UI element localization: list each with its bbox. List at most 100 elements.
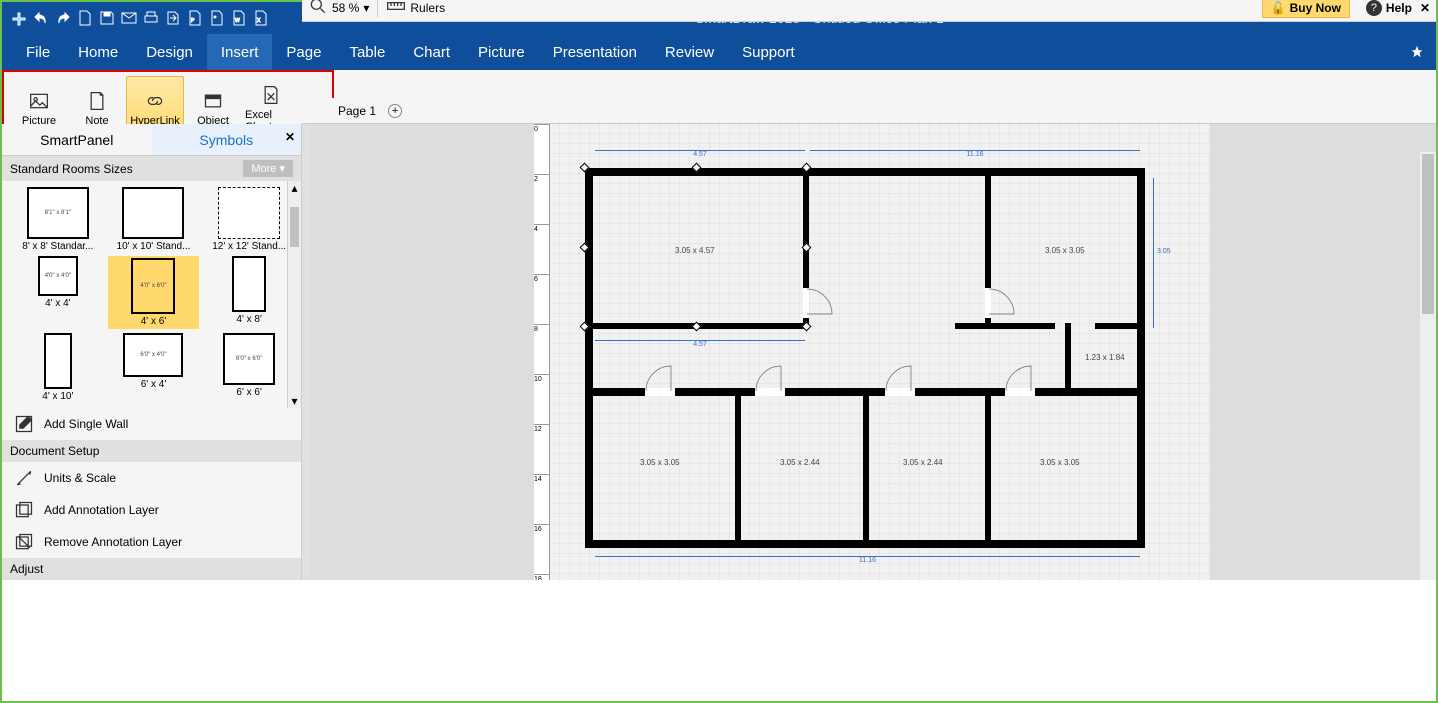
menu-presentation[interactable]: Presentation: [539, 34, 651, 70]
room-dim-label: 3.05 x 4.57: [675, 246, 715, 255]
room-caption: 6' x 6': [236, 387, 262, 398]
export-img-icon[interactable]: [208, 9, 226, 27]
zoom-dropdown-icon[interactable]: ▾: [363, 1, 369, 15]
help-label[interactable]: Help: [1386, 1, 1412, 15]
room-item[interactable]: 4' x 10': [12, 333, 104, 402]
new-icon[interactable]: [76, 9, 94, 27]
view-toolbar: 58 % ▾ Rulers 🔓 Buy Now ? Help ✕: [302, 0, 1436, 22]
buy-now-label: Buy Now: [1290, 1, 1341, 15]
add-page-icon[interactable]: +: [388, 104, 402, 118]
print-icon[interactable]: [142, 9, 160, 27]
undo-icon[interactable]: [32, 9, 50, 27]
units-label: Units & Scale: [44, 471, 116, 485]
menu-bar: File Home Design Insert Page Table Chart…: [2, 34, 1436, 70]
room-item[interactable]: 4' x 8': [203, 256, 295, 329]
dimension-line: 4.57: [595, 150, 805, 158]
room-item[interactable]: 10' x 10' Stand...: [108, 187, 200, 252]
room-item[interactable]: 12' x 12' Stand...: [203, 187, 295, 252]
remove-annotation-layer-button[interactable]: Remove Annotation Layer: [2, 526, 301, 558]
section-title: Standard Rooms Sizes: [10, 162, 133, 176]
add-single-wall-button[interactable]: Add Single Wall: [2, 408, 301, 440]
export-doc-icon[interactable]: W: [230, 9, 248, 27]
room-item[interactable]: 6'0" x 4'0"6' x 4': [108, 333, 200, 402]
menu-home[interactable]: Home: [64, 34, 132, 70]
menu-insert[interactable]: Insert: [207, 34, 273, 70]
more-button[interactable]: More ▾: [243, 160, 293, 177]
floor-plan[interactable]: 3.05 x 4.57 3.05 x 3.05 1.23 x 1.84 3.05…: [585, 168, 1145, 548]
zoom-icon[interactable]: [308, 0, 328, 19]
pin-ribbon-icon[interactable]: [1398, 34, 1436, 70]
room-dim-label: 1.23 x 1.84: [1085, 353, 1125, 362]
rem-layer-label: Remove Annotation Layer: [44, 535, 182, 549]
mail-icon[interactable]: [120, 9, 138, 27]
redo-icon[interactable]: [54, 9, 72, 27]
room-preview: 6'0" x 6'0": [223, 333, 275, 385]
room-grid: 8'1" x 8'1" 8' x 8' Standar... 10' x 10' …: [2, 181, 301, 408]
canvas-area[interactable]: 024681012141618 012345678910111213141516…: [310, 124, 1436, 580]
section-doc-setup: Document Setup: [2, 440, 301, 462]
room-item[interactable]: 8'1" x 8'1" 8' x 8' Standar...: [12, 187, 104, 252]
page-tabs: Page 1 +: [302, 98, 1436, 124]
room-preview: 8'1" x 8'1": [27, 187, 89, 239]
page-tab-1[interactable]: Page 1: [338, 104, 376, 118]
canvas-scrollbar-vertical[interactable]: [1420, 152, 1436, 580]
rulers-label[interactable]: Rulers: [410, 1, 445, 15]
lock-icon: 🔓: [1271, 1, 1286, 15]
dimension-line: 11.16: [595, 556, 1140, 564]
menu-table[interactable]: Table: [335, 34, 399, 70]
room-preview: [232, 256, 266, 312]
save-icon[interactable]: [98, 9, 116, 27]
menu-picture[interactable]: Picture: [464, 34, 539, 70]
room-caption: 12' x 12' Stand...: [212, 241, 286, 252]
dimension-line: 4.57: [595, 340, 805, 348]
section-rooms-header: Standard Rooms Sizes More ▾: [2, 156, 301, 181]
svg-text:W: W: [235, 18, 240, 24]
help-icon[interactable]: ?: [1366, 0, 1382, 16]
room-caption: 4' x 4': [45, 298, 71, 309]
room-preview: [44, 333, 72, 389]
add-layer-label: Add Annotation Layer: [44, 503, 159, 517]
export-xls-icon[interactable]: X: [252, 9, 270, 27]
room-dim-label: 3.05 x 2.44: [903, 458, 943, 467]
room-caption: 4' x 8': [236, 314, 262, 325]
room-caption: 8' x 8' Standar...: [22, 241, 93, 252]
export-icon[interactable]: [164, 9, 182, 27]
dimension-line: 3.05: [1153, 178, 1154, 328]
room-dim-label: 3.05 x 3.05: [1040, 458, 1080, 467]
help-close-icon[interactable]: ✕: [1420, 1, 1430, 15]
rulers-icon[interactable]: [386, 0, 406, 19]
export-pdf-icon[interactable]: P: [186, 9, 204, 27]
room-dim-label: 3.05 x 2.44: [780, 458, 820, 467]
room-item-selected[interactable]: 4'0" x 6'0"4' x 6': [108, 256, 200, 329]
menu-page[interactable]: Page: [272, 34, 335, 70]
room-item[interactable]: 4'0" x 4'0" 4' x 4': [12, 256, 104, 329]
panel-close-icon[interactable]: ✕: [285, 130, 295, 144]
room-caption: 10' x 10' Stand...: [117, 241, 191, 252]
room-item[interactable]: 6'0" x 6'0" 6' x 6': [203, 333, 295, 402]
menu-review[interactable]: Review: [651, 34, 728, 70]
menu-file[interactable]: File: [12, 34, 64, 70]
dimension-line: 11.16: [810, 150, 1140, 158]
section-adjust[interactable]: Adjust: [2, 558, 301, 580]
room-preview: 4'0" x 4'0": [38, 256, 78, 296]
panel-splitter[interactable]: [302, 124, 310, 580]
room-preview: [122, 187, 184, 239]
menu-design[interactable]: Design: [132, 34, 207, 70]
room-preview: 6'0" x 4'0": [123, 333, 183, 377]
room-grid-scrollbar[interactable]: ▴▾: [287, 181, 301, 408]
app-icon[interactable]: [10, 9, 28, 27]
room-preview: [218, 187, 280, 239]
menu-support[interactable]: Support: [728, 34, 809, 70]
tab-symbols[interactable]: Symbols: [152, 124, 302, 155]
add-annotation-layer-button[interactable]: Add Annotation Layer: [2, 494, 301, 526]
units-scale-button[interactable]: Units & Scale: [2, 462, 301, 494]
buy-now-button[interactable]: 🔓 Buy Now: [1262, 0, 1350, 18]
menu-chart[interactable]: Chart: [399, 34, 464, 70]
add-wall-label: Add Single Wall: [44, 417, 128, 431]
room-dim-label: 3.05 x 3.05: [640, 458, 680, 467]
svg-text:X: X: [257, 18, 261, 24]
room-preview: 4'0" x 6'0": [131, 258, 175, 314]
zoom-value[interactable]: 58 %: [332, 1, 359, 15]
quick-access-toolbar: P W X: [10, 9, 270, 27]
tab-smartpanel[interactable]: SmartPanel: [2, 124, 152, 155]
